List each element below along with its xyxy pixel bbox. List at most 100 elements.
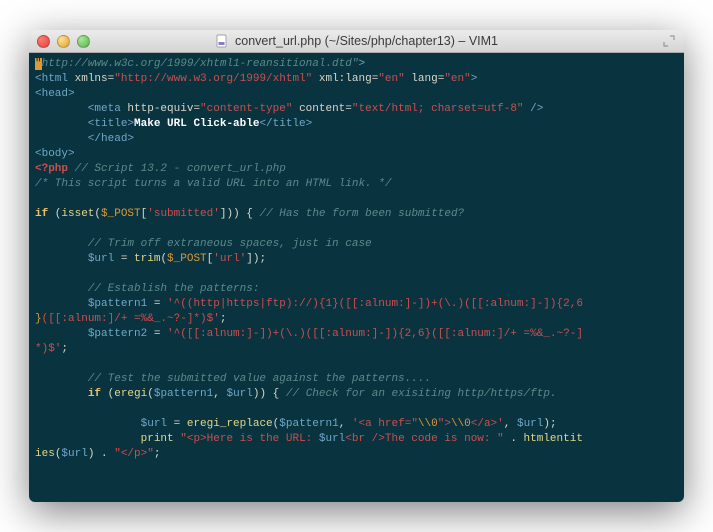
code-text: htmlentit — [524, 433, 583, 445]
zoom-icon[interactable] — [77, 35, 90, 48]
code-text: <meta — [35, 103, 121, 115]
code-text: ( — [101, 388, 114, 400]
code-text: = — [114, 253, 134, 265]
code-text: "http://www.w3.org/1999/xhtml" — [114, 73, 312, 85]
code-text: // Trim off extraneous spaces, just in c… — [35, 238, 372, 250]
code-text: '^([[:alnum:]-])+(\.)([[:alnum:]-]){2,6}… — [167, 328, 583, 340]
code-text: if — [35, 208, 48, 220]
code-text: } — [35, 313, 42, 325]
code-text: if — [88, 388, 101, 400]
code-text: lang= — [405, 73, 445, 85]
code-text: ] — [246, 253, 253, 265]
code-text: , — [339, 418, 352, 430]
code-text: "> — [438, 418, 451, 430]
code-text: $url — [61, 448, 87, 460]
code-text: '<a href=" — [352, 418, 418, 430]
code-text: 'url' — [213, 253, 246, 265]
code-text: "<p>Here is the URL: — [180, 433, 319, 445]
code-text: $url — [141, 418, 167, 430]
code-text: "</p>" — [114, 448, 154, 460]
code-text: isset — [61, 208, 94, 220]
code-text: $pattern2 — [88, 328, 147, 340]
code-text: = — [147, 298, 167, 310]
code-text: xmlns= — [68, 73, 114, 85]
code-text: // Test the submitted value against the … — [35, 373, 431, 385]
code-text: . — [504, 433, 524, 445]
code-text: http-equiv= — [121, 103, 200, 115]
code-text: $pattern1 — [279, 418, 338, 430]
code-text: ([[:alnum:]/+ =%&_.~?-]*)$' — [42, 313, 220, 325]
code-text: $pattern1 — [154, 388, 213, 400]
code-text: http://www.w3c.org/1999/xhtml1-reansitio… — [42, 58, 359, 70]
code-text: ); — [543, 418, 556, 430]
traffic-lights — [37, 35, 90, 48]
code-text: = — [167, 418, 187, 430]
code-text: \\0 — [418, 418, 438, 430]
code-text: $url — [319, 433, 345, 445]
code-text: print — [141, 433, 174, 445]
close-icon[interactable] — [37, 35, 50, 48]
code-text: <html — [35, 73, 68, 85]
code-text — [35, 328, 88, 340]
code-text: // Establish the patterns: — [35, 283, 259, 295]
code-text — [35, 253, 88, 265]
file-icon — [215, 34, 229, 48]
code-text: eregi — [114, 388, 147, 400]
code-text: "en" — [378, 73, 404, 85]
code-text: ; — [61, 343, 68, 355]
code-text: ) { — [233, 208, 253, 220]
code-text: , — [213, 388, 226, 400]
code-text: // Script 13.2 - convert_url.php — [68, 163, 286, 175]
code-text: $url — [88, 253, 114, 265]
code-text: /* This script turns a valid URL into an… — [35, 178, 391, 190]
code-text: > — [471, 73, 478, 85]
code-text: 'submitted' — [147, 208, 220, 220]
code-text: "content-type" — [200, 103, 292, 115]
window-title-wrap: convert_url.php (~/Sites/php/chapter13) … — [29, 34, 684, 48]
code-text: eregi_replace — [187, 418, 273, 430]
code-text — [35, 418, 141, 430]
code-text: '^((http|https|ftp)://){1}([[:alnum:]-])… — [167, 298, 583, 310]
code-text: <?php — [35, 163, 68, 175]
code-text: </a>' — [471, 418, 504, 430]
code-text: xml:lang= — [312, 73, 378, 85]
window: convert_url.php (~/Sites/php/chapter13) … — [29, 30, 684, 502]
code-text: <head> — [35, 88, 75, 100]
code-text: \\0 — [451, 418, 471, 430]
titlebar[interactable]: convert_url.php (~/Sites/php/chapter13) … — [29, 30, 684, 53]
code-text: $_POST — [101, 208, 141, 220]
code-text: </title> — [259, 118, 312, 130]
window-title: convert_url.php (~/Sites/php/chapter13) … — [235, 34, 498, 48]
code-text: <title> — [35, 118, 134, 130]
code-text text: ies — [35, 448, 55, 460]
code-text: > — [358, 58, 365, 70]
code-text: ) . — [88, 448, 114, 460]
code-text: content= — [292, 103, 351, 115]
code-text: // Has the form been submitted? — [253, 208, 464, 220]
code-text: ; — [154, 448, 161, 460]
code-text: ( — [147, 388, 154, 400]
code-text — [35, 298, 88, 310]
code-text: ) { — [259, 388, 279, 400]
code-text — [35, 433, 141, 445]
code-text: /> — [524, 103, 544, 115]
code-text: <br />The code is now: " — [345, 433, 503, 445]
code-text: *)$' — [35, 343, 61, 355]
maximize-icon[interactable] — [662, 34, 676, 48]
code-text — [35, 388, 88, 400]
code-text: $pattern1 — [88, 298, 147, 310]
code-text: $url — [226, 388, 252, 400]
code-editor[interactable]: "http://www.w3c.org/1999/xhtml1-reansiti… — [29, 53, 684, 502]
code-text: , — [504, 418, 517, 430]
cursor: " — [35, 58, 42, 70]
code-text: ( — [48, 208, 61, 220]
code-text: $_POST — [167, 253, 207, 265]
code-text: = — [147, 328, 167, 340]
minimize-icon[interactable] — [57, 35, 70, 48]
code-text: $url — [517, 418, 543, 430]
code-text: ); — [253, 253, 266, 265]
code-text: "text/html; charset=utf-8" — [352, 103, 524, 115]
code-text: Make URL Click-able — [134, 118, 259, 130]
code-text: "en" — [444, 73, 470, 85]
code-text: </head> — [35, 133, 134, 145]
